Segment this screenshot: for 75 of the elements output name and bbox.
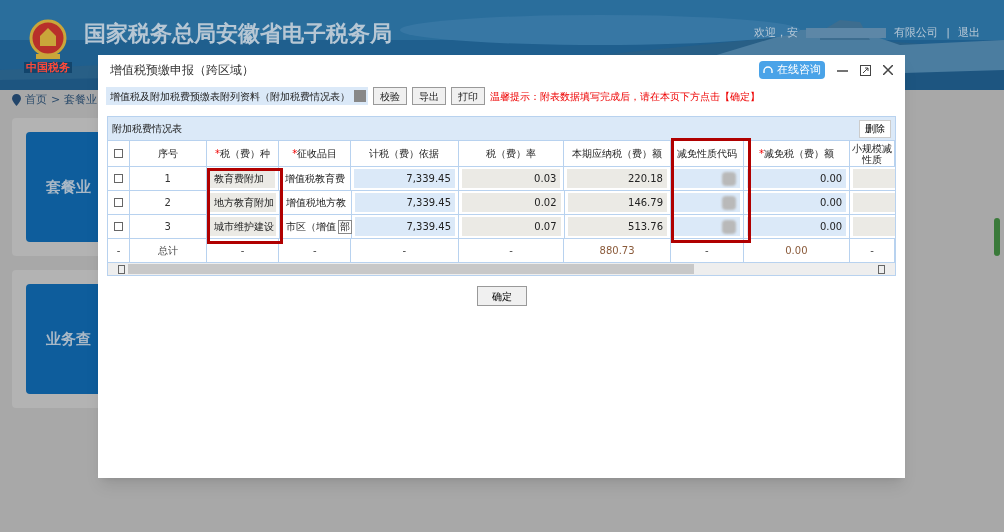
total-cell-text: -: [312, 244, 317, 258]
total-cell-text: -: [509, 244, 513, 258]
blurred-value-icon: [721, 195, 736, 210]
dropdown-icon: [354, 90, 366, 102]
code-field[interactable]: [674, 193, 740, 212]
total-cell-text: -: [116, 244, 121, 258]
table-cell-text: 1: [164, 172, 171, 186]
checkbox[interactable]: [113, 198, 123, 207]
delete-button[interactable]: 删除: [859, 119, 891, 138]
site-title: 国家税务总局安徽省电子税务局: [84, 19, 392, 48]
column-header: 本期应纳税（费）额: [572, 148, 663, 159]
code-field[interactable]: [674, 217, 740, 236]
dialog-title: 增值税预缴申报（跨区域）: [110, 62, 254, 79]
column-header: 序号: [157, 148, 178, 159]
relief-field[interactable]: 0.00: [746, 193, 847, 212]
scrollbar-thumb[interactable]: [128, 264, 694, 274]
breadcrumb-link[interactable]: 套餐业: [64, 91, 98, 109]
checkbox[interactable]: [113, 174, 123, 183]
notice-text: 温馨提示：附表数据填写完成后，请在本页下方点击【确定】: [490, 89, 760, 104]
close-icon[interactable]: [883, 65, 893, 75]
headset-icon: [763, 65, 773, 75]
welcome-text: 欢迎，安: [754, 24, 799, 41]
column-header: 小规模减 性质: [852, 142, 893, 165]
small-scale-field[interactable]: [853, 193, 895, 212]
basis-field[interactable]: 7,339.45: [354, 217, 455, 236]
tax-type-field[interactable]: 城市维护建设: [209, 217, 276, 236]
scroll-indicator-icon: [994, 218, 1000, 256]
column-header: *税（费）种: [215, 148, 270, 159]
rate-field[interactable]: 0.02: [462, 193, 561, 212]
total-cell-text: -: [870, 244, 874, 258]
location-pin-icon: [12, 94, 21, 106]
blurred-value-icon: [721, 219, 736, 234]
small-scale-field[interactable]: [853, 217, 895, 236]
total-cell-text: -: [240, 244, 245, 258]
checkbox[interactable]: [113, 222, 123, 231]
total-cell-text: 880.73: [599, 244, 635, 258]
blurred-value-icon: [721, 171, 736, 186]
company-name: 有限公司: [894, 24, 939, 41]
basis-field[interactable]: 7,339.45: [354, 193, 455, 212]
relief-field[interactable]: 0.00: [746, 169, 847, 188]
toolbar-button[interactable]: 导出: [412, 87, 446, 105]
total-cell-text: -: [704, 244, 709, 258]
confirm-button[interactable]: 确定: [476, 286, 527, 306]
maximize-icon[interactable]: [860, 64, 871, 76]
toolbar-button[interactable]: 打印: [451, 87, 485, 105]
rate-field[interactable]: 0.07: [462, 217, 561, 236]
home-link[interactable]: 首页: [25, 91, 47, 109]
amount-field[interactable]: 220.18: [567, 169, 667, 188]
total-cell-text: 总计: [157, 244, 178, 258]
small-scale-field[interactable]: [853, 169, 895, 188]
table-cell-text: 2: [164, 196, 171, 210]
column-header: *减免税（费）额: [758, 148, 834, 159]
marker-tag: 部: [337, 219, 352, 234]
column-header: 税（费）率: [485, 148, 536, 159]
code-field[interactable]: [673, 169, 740, 188]
column-header: 减免性质代码: [676, 148, 737, 159]
total-cell-text: -: [402, 244, 407, 258]
logo-caption: 中国税务: [24, 61, 72, 73]
amount-field[interactable]: 513.76: [567, 217, 668, 236]
form-select[interactable]: 增值税及附加税费预缴表附列资料（附加税费情况表）: [106, 87, 368, 105]
separator: |: [946, 24, 950, 41]
basis-field[interactable]: 7,339.45: [354, 169, 455, 188]
checkbox[interactable]: [113, 149, 123, 158]
column-header: 计税（费）依据: [369, 148, 440, 159]
tax-type-field[interactable]: 地方教育附加: [209, 193, 276, 212]
amount-field[interactable]: 146.79: [567, 193, 668, 212]
table-cell-text: 3: [164, 220, 171, 234]
toolbar-button[interactable]: 校验: [373, 87, 407, 105]
relief-field[interactable]: 0.00: [746, 217, 847, 236]
rate-field[interactable]: 0.03: [461, 169, 561, 188]
column-header: *征收品目: [292, 148, 338, 159]
breadcrumb-separator: >: [51, 91, 61, 108]
panel-title: 附加税费情况表: [112, 122, 182, 136]
emblem-icon: [28, 17, 68, 62]
total-cell-text: 0.00: [785, 244, 808, 258]
